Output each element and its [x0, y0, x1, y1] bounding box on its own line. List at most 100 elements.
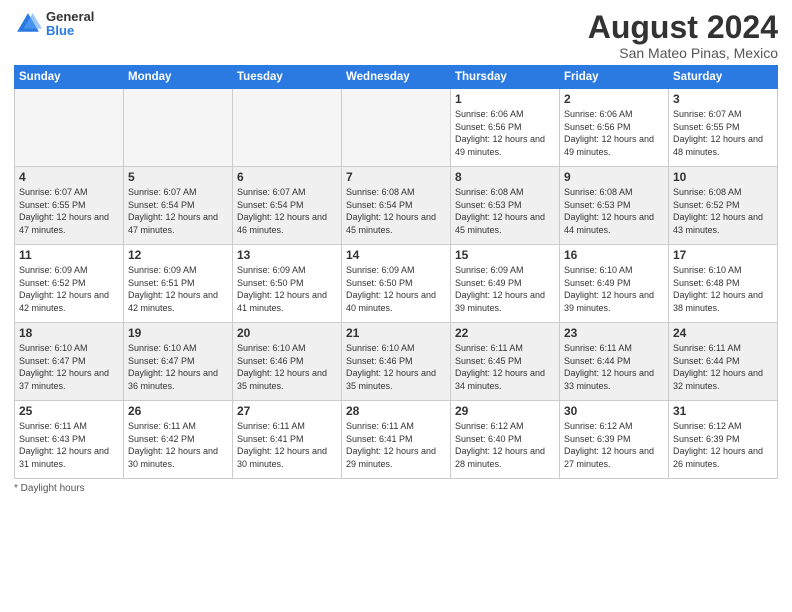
- day-cell: 11 Sunrise: 6:09 AM Sunset: 6:52 PM Dayli…: [15, 245, 124, 323]
- day-info: Sunrise: 6:10 AM Sunset: 6:46 PM Dayligh…: [346, 342, 446, 392]
- day-cell: 7 Sunrise: 6:08 AM Sunset: 6:54 PM Daylig…: [342, 167, 451, 245]
- day-cell: 5 Sunrise: 6:07 AM Sunset: 6:54 PM Daylig…: [124, 167, 233, 245]
- day-cell: 26 Sunrise: 6:11 AM Sunset: 6:42 PM Dayli…: [124, 401, 233, 479]
- day-info: Sunrise: 6:11 AM Sunset: 6:45 PM Dayligh…: [455, 342, 555, 392]
- day-info: Sunrise: 6:09 AM Sunset: 6:52 PM Dayligh…: [19, 264, 119, 314]
- day-info: Sunrise: 6:11 AM Sunset: 6:42 PM Dayligh…: [128, 420, 228, 470]
- day-number: 27: [237, 404, 337, 418]
- day-number: 26: [128, 404, 228, 418]
- day-info: Sunrise: 6:10 AM Sunset: 6:47 PM Dayligh…: [19, 342, 119, 392]
- day-cell: 3Sunrise: 6:07 AM Sunset: 6:55 PM Daylig…: [669, 89, 778, 167]
- subtitle: San Mateo Pinas, Mexico: [588, 45, 778, 61]
- day-number: 20: [237, 326, 337, 340]
- day-info: Sunrise: 6:09 AM Sunset: 6:49 PM Dayligh…: [455, 264, 555, 314]
- footer-note-text: Daylight hours: [21, 483, 85, 494]
- day-cell: 20 Sunrise: 6:10 AM Sunset: 6:46 PM Dayli…: [233, 323, 342, 401]
- day-info: Sunrise: 6:09 AM Sunset: 6:50 PM Dayligh…: [346, 264, 446, 314]
- day-cell: 4 Sunrise: 6:07 AM Sunset: 6:55 PM Daylig…: [15, 167, 124, 245]
- day-number: 2: [564, 92, 664, 106]
- day-number: 21: [346, 326, 446, 340]
- day-number: 8: [455, 170, 555, 184]
- logo-line2: Blue: [46, 24, 94, 38]
- week-row-4: 18 Sunrise: 6:10 AM Sunset: 6:47 PM Dayli…: [15, 323, 778, 401]
- day-cell: 31 Sunrise: 6:12 AM Sunset: 6:39 PM Dayli…: [669, 401, 778, 479]
- day-info: Sunrise: 6:06 AM Sunset: 6:56 PM Dayligh…: [564, 108, 664, 158]
- calendar-table: SundayMondayTuesdayWednesdayThursdayFrid…: [14, 65, 778, 479]
- day-info: Sunrise: 6:11 AM Sunset: 6:41 PM Dayligh…: [346, 420, 446, 470]
- day-number: 10: [673, 170, 773, 184]
- day-info: Sunrise: 6:10 AM Sunset: 6:47 PM Dayligh…: [128, 342, 228, 392]
- week-row-2: 4 Sunrise: 6:07 AM Sunset: 6:55 PM Daylig…: [15, 167, 778, 245]
- day-number: 19: [128, 326, 228, 340]
- day-info: Sunrise: 6:08 AM Sunset: 6:53 PM Dayligh…: [455, 186, 555, 236]
- week-row-3: 11 Sunrise: 6:09 AM Sunset: 6:52 PM Dayli…: [15, 245, 778, 323]
- day-cell: 12 Sunrise: 6:09 AM Sunset: 6:51 PM Dayli…: [124, 245, 233, 323]
- day-number: 30: [564, 404, 664, 418]
- day-cell: 30 Sunrise: 6:12 AM Sunset: 6:39 PM Dayli…: [560, 401, 669, 479]
- footer-note: * Daylight hours: [14, 483, 778, 494]
- col-header-monday: Monday: [124, 66, 233, 89]
- day-cell: 23Sunrise: 6:11 AM Sunset: 6:44 PM Dayli…: [560, 323, 669, 401]
- day-cell: 28Sunrise: 6:11 AM Sunset: 6:41 PM Dayli…: [342, 401, 451, 479]
- col-header-thursday: Thursday: [451, 66, 560, 89]
- day-info: Sunrise: 6:10 AM Sunset: 6:49 PM Dayligh…: [564, 264, 664, 314]
- day-cell: [124, 89, 233, 167]
- day-info: Sunrise: 6:08 AM Sunset: 6:53 PM Dayligh…: [564, 186, 664, 236]
- day-cell: 24Sunrise: 6:11 AM Sunset: 6:44 PM Dayli…: [669, 323, 778, 401]
- day-number: 18: [19, 326, 119, 340]
- day-cell: 1Sunrise: 6:06 AM Sunset: 6:56 PM Daylig…: [451, 89, 560, 167]
- day-info: Sunrise: 6:12 AM Sunset: 6:39 PM Dayligh…: [564, 420, 664, 470]
- day-number: 1: [455, 92, 555, 106]
- day-info: Sunrise: 6:12 AM Sunset: 6:39 PM Dayligh…: [673, 420, 773, 470]
- day-number: 4: [19, 170, 119, 184]
- day-number: 24: [673, 326, 773, 340]
- day-cell: 19 Sunrise: 6:10 AM Sunset: 6:47 PM Dayli…: [124, 323, 233, 401]
- day-number: 6: [237, 170, 337, 184]
- day-cell: 29Sunrise: 6:12 AM Sunset: 6:40 PM Dayli…: [451, 401, 560, 479]
- col-header-saturday: Saturday: [669, 66, 778, 89]
- day-number: 5: [128, 170, 228, 184]
- day-info: Sunrise: 6:08 AM Sunset: 6:52 PM Dayligh…: [673, 186, 773, 236]
- day-info: Sunrise: 6:12 AM Sunset: 6:40 PM Dayligh…: [455, 420, 555, 470]
- col-header-friday: Friday: [560, 66, 669, 89]
- header: General Blue August 2024 San Mateo Pinas…: [14, 10, 778, 61]
- day-info: Sunrise: 6:10 AM Sunset: 6:48 PM Dayligh…: [673, 264, 773, 314]
- day-info: Sunrise: 6:08 AM Sunset: 6:54 PM Dayligh…: [346, 186, 446, 236]
- col-header-wednesday: Wednesday: [342, 66, 451, 89]
- day-number: 15: [455, 248, 555, 262]
- day-number: 17: [673, 248, 773, 262]
- day-info: Sunrise: 6:07 AM Sunset: 6:54 PM Dayligh…: [237, 186, 337, 236]
- logo-line1: General: [46, 10, 94, 24]
- day-cell: 8 Sunrise: 6:08 AM Sunset: 6:53 PM Daylig…: [451, 167, 560, 245]
- day-number: 11: [19, 248, 119, 262]
- title-block: August 2024 San Mateo Pinas, Mexico: [588, 10, 778, 61]
- day-number: 14: [346, 248, 446, 262]
- month-title: August 2024: [588, 10, 778, 45]
- day-cell: [15, 89, 124, 167]
- day-cell: 18 Sunrise: 6:10 AM Sunset: 6:47 PM Dayli…: [15, 323, 124, 401]
- week-row-5: 25Sunrise: 6:11 AM Sunset: 6:43 PM Dayli…: [15, 401, 778, 479]
- logo-text: General Blue: [46, 10, 94, 39]
- col-header-sunday: Sunday: [15, 66, 124, 89]
- day-number: 16: [564, 248, 664, 262]
- day-number: 7: [346, 170, 446, 184]
- day-info: Sunrise: 6:09 AM Sunset: 6:50 PM Dayligh…: [237, 264, 337, 314]
- day-info: Sunrise: 6:07 AM Sunset: 6:55 PM Dayligh…: [19, 186, 119, 236]
- day-cell: 10 Sunrise: 6:08 AM Sunset: 6:52 PM Dayli…: [669, 167, 778, 245]
- day-number: 3: [673, 92, 773, 106]
- day-cell: 9 Sunrise: 6:08 AM Sunset: 6:53 PM Daylig…: [560, 167, 669, 245]
- day-number: 31: [673, 404, 773, 418]
- day-cell: 14 Sunrise: 6:09 AM Sunset: 6:50 PM Dayli…: [342, 245, 451, 323]
- day-cell: 2 Sunrise: 6:06 AM Sunset: 6:56 PM Daylig…: [560, 89, 669, 167]
- day-info: Sunrise: 6:07 AM Sunset: 6:54 PM Dayligh…: [128, 186, 228, 236]
- page-container: General Blue August 2024 San Mateo Pinas…: [0, 0, 792, 504]
- day-number: 12: [128, 248, 228, 262]
- header-row: SundayMondayTuesdayWednesdayThursdayFrid…: [15, 66, 778, 89]
- day-info: Sunrise: 6:10 AM Sunset: 6:46 PM Dayligh…: [237, 342, 337, 392]
- day-info: Sunrise: 6:09 AM Sunset: 6:51 PM Dayligh…: [128, 264, 228, 314]
- logo-icon: [14, 10, 42, 38]
- day-cell: 22Sunrise: 6:11 AM Sunset: 6:45 PM Dayli…: [451, 323, 560, 401]
- day-info: Sunrise: 6:11 AM Sunset: 6:43 PM Dayligh…: [19, 420, 119, 470]
- day-cell: [233, 89, 342, 167]
- day-number: 9: [564, 170, 664, 184]
